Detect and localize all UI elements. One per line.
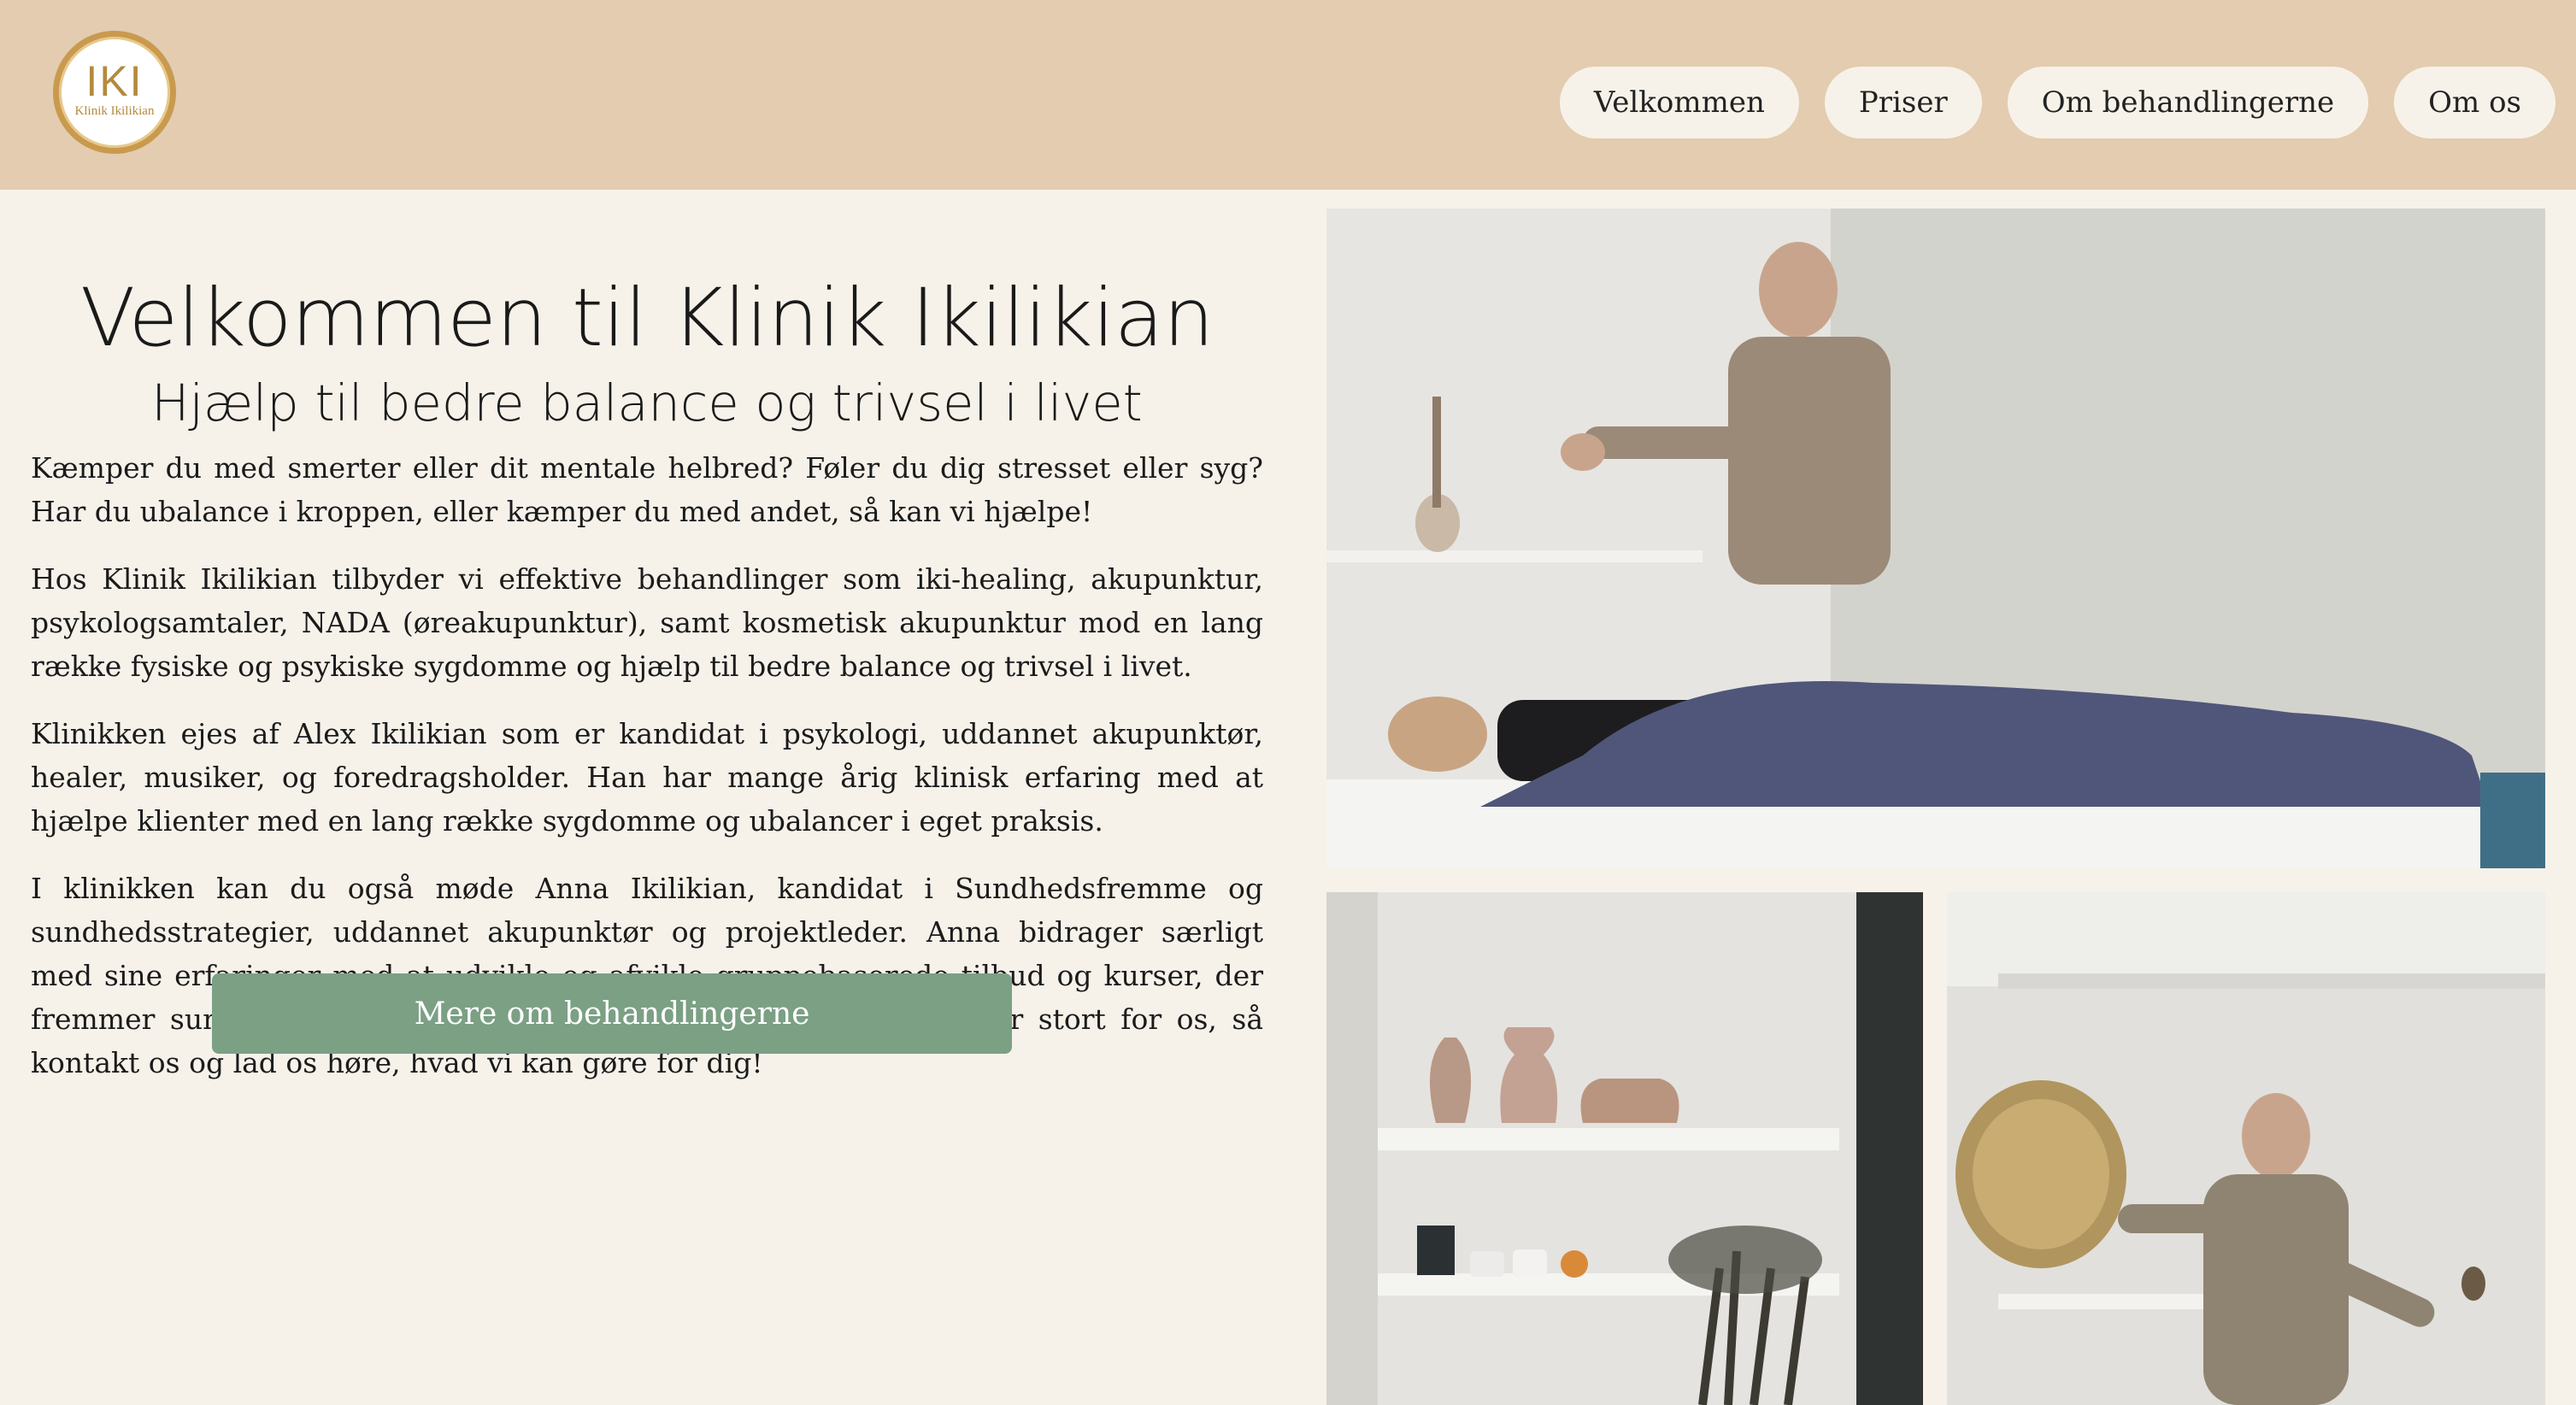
logo-text: Klinik Ikilikian: [74, 104, 155, 118]
intro-paragraph: Kæmper du med smerter eller dit mentale …: [31, 451, 1263, 528]
site-header: IKI Klinik Ikilikian Velkommen Priser Om…: [0, 0, 2576, 190]
logo-mark: IKI: [85, 57, 144, 105]
clinic-logo[interactable]: IKI Klinik Ikilikian: [53, 31, 176, 154]
nav-velkommen[interactable]: Velkommen: [1559, 67, 1799, 138]
treatments-paragraph: Hos Klinik Ikilikian tilbyder vi effekti…: [31, 562, 1263, 683]
shaman-drum-photo: [1947, 892, 2545, 1405]
nav-priser[interactable]: Priser: [1824, 67, 1982, 138]
nav-om-os[interactable]: Om os: [2394, 67, 2555, 138]
main-nav: Velkommen Priser Om behandlingerne Om os: [1559, 67, 2555, 138]
healing-session-photo: [1326, 209, 2545, 868]
page-subtitle: Hjælp til bedre balance og trivsel i liv…: [151, 373, 1143, 432]
page-title: Velkommen til Klinik Ikilikian: [79, 272, 1214, 365]
owner-paragraph: Klinikken ejes af Alex Ikilikian som er …: [31, 717, 1263, 838]
clinic-shelves-photo: [1326, 892, 1923, 1405]
nav-om-behandlingerne[interactable]: Om behandlingerne: [2007, 67, 2369, 138]
intro-section: Velkommen til Klinik Ikilikian Hjælp til…: [31, 190, 1263, 1085]
more-treatments-button[interactable]: Mere om behandlingerne: [212, 973, 1012, 1054]
